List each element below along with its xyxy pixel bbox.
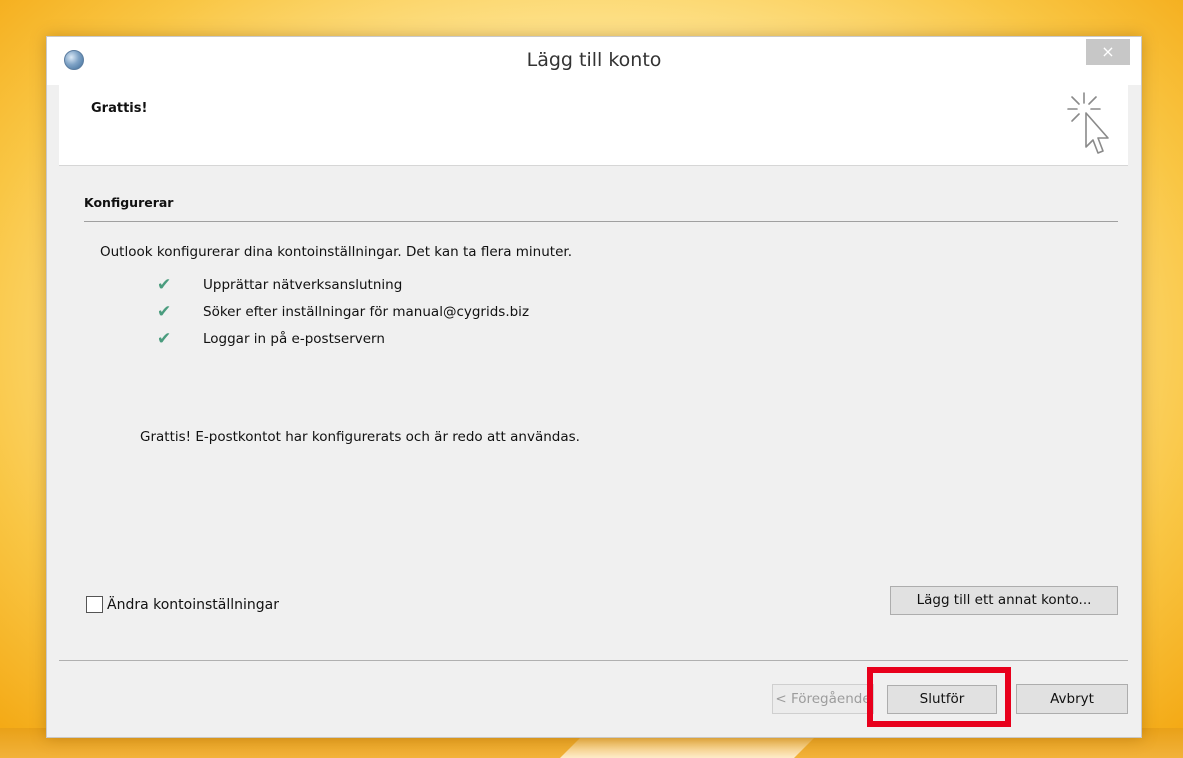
checkmark-icon: ✔ <box>157 274 172 295</box>
sparkle-cursor-icon <box>1067 92 1109 154</box>
footer-divider <box>59 660 1128 661</box>
close-button[interactable]: × <box>1086 39 1130 65</box>
list-item: ✔ Upprättar nätverksanslutning <box>157 271 529 298</box>
list-item: ✔ Söker efter inställningar för manual@c… <box>157 298 529 325</box>
add-another-account-button[interactable]: Lägg till ett annat konto... <box>890 586 1118 615</box>
window-title: Lägg till konto <box>526 49 662 71</box>
section-title: Konfigurerar <box>84 195 174 210</box>
checkmark-icon: ✔ <box>157 328 172 349</box>
step-label: Söker efter inställningar för manual@cyg… <box>203 303 530 320</box>
checkmark-icon: ✔ <box>157 301 172 322</box>
change-settings-checkbox[interactable] <box>86 596 103 613</box>
intro-text: Outlook konfigurerar dina kontoinställni… <box>100 244 572 260</box>
previous-button[interactable]: < Föregående <box>772 684 874 714</box>
header-title: Grattis! <box>91 101 148 116</box>
step-list: ✔ Upprättar nätverksanslutning ✔ Söker e… <box>157 271 529 352</box>
title-bar: Lägg till konto × <box>47 37 1141 85</box>
success-message: Grattis! E-postkontot har konfigurerats … <box>140 429 580 445</box>
change-settings-option[interactable]: Ändra kontoinställningar <box>86 596 279 613</box>
add-account-dialog: Lägg till konto × Grattis! Konfigurerar … <box>46 36 1142 738</box>
section-divider <box>84 221 1118 222</box>
list-item: ✔ Loggar in på e-postservern <box>157 325 529 352</box>
finish-highlight-annotation <box>867 667 1011 727</box>
step-label: Upprättar nätverksanslutning <box>203 276 403 293</box>
cancel-button[interactable]: Avbryt <box>1016 684 1128 714</box>
change-settings-label[interactable]: Ändra kontoinställningar <box>107 597 279 613</box>
step-label: Loggar in på e-postservern <box>203 330 385 347</box>
header-panel: Grattis! <box>59 85 1128 166</box>
